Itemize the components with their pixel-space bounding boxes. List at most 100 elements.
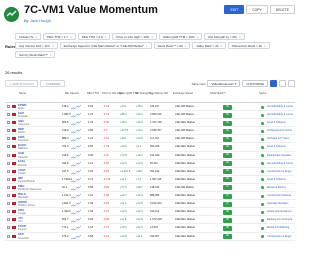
rule-chip[interactable]: Momentum Rank > 40 × [228, 42, 270, 49]
sales-qgr-cell: +39.1 [120, 137, 127, 141]
rule-chip[interactable]: Avg Volume 10d > 10 k × [15, 42, 58, 49]
sort-rule-chip[interactable]: Sort by Stock Rank™ × [15, 51, 56, 58]
sector-link[interactable]: Food & Tobacco [267, 119, 286, 127]
remove-rule-icon[interactable]: × [35, 34, 37, 40]
stock-rank-badge: 97 [223, 193, 232, 199]
customise-button[interactable]: CUSTOMISE [242, 80, 268, 87]
remove-rule-icon[interactable]: × [220, 43, 222, 49]
download-icon[interactable] [288, 80, 295, 87]
table-row[interactable]: RBP Ribcon 219.0 0.55 -3.4 +377.8 +10.2 2,183,7… [5, 127, 295, 136]
market-cap-cell: 247.8 [62, 169, 69, 173]
remove-rule-icon[interactable]: × [185, 43, 187, 49]
table-row[interactable]: PMG PM Micron Resources 46.1 0.58 -0.99 +77.9… [5, 184, 295, 193]
rule-chip[interactable]: Value Rank > 40 × [192, 42, 227, 49]
table-row[interactable]: KWS Keywords 889.3 1.21 -0.41 +39.1 +52.8 117,1… [5, 135, 295, 144]
rule-chip[interactable]: Sales QGR TTM > 10% × [159, 33, 203, 40]
row-checkbox[interactable] [7, 210, 10, 214]
uk-flag-icon [12, 202, 16, 206]
row-checkbox[interactable] [7, 145, 10, 149]
sparkline-icon [71, 226, 81, 231]
row-checkbox[interactable] [7, 161, 10, 165]
table-view-select[interactable]: ValueMomentum ▾ [207, 80, 241, 87]
rule-chip[interactable]: PEG TTM < 1.7 × [43, 33, 76, 40]
compare-button[interactable]: COMPARE [40, 80, 66, 87]
sector-link[interactable]: Software & IT Servi [267, 135, 289, 143]
row-checkbox[interactable] [7, 185, 10, 189]
row-checkbox[interactable] [7, 121, 10, 125]
column-header[interactable]: Avg Volume 10d [149, 92, 168, 95]
column-header[interactable]: PEG TTM [87, 92, 98, 95]
table-layout-icon[interactable] [270, 80, 277, 87]
sector-link[interactable]: Food & Tobacco [267, 176, 286, 184]
row-checkbox[interactable] [7, 137, 10, 141]
table-row[interactable]: EPWN Epwin 138.2 0.63 -1.19 +23.1 +28.2 164,107… [5, 103, 295, 112]
rule-chip[interactable]: Price to 13w High > 10% × [112, 33, 158, 40]
column-header[interactable]: Sector [259, 92, 267, 95]
grid-layout-icon[interactable] [279, 80, 286, 87]
sector-link[interactable]: Homebuilding & Const [267, 103, 293, 111]
remove-rule-icon[interactable]: × [70, 34, 72, 40]
table-row[interactable]: IMP Imperial Brands 17,894.0 0.74 -0.734 +11.… [5, 176, 295, 184]
column-header[interactable]: Exchange Speed [173, 92, 193, 95]
remove-rule-icon[interactable]: × [239, 34, 241, 40]
remove-rule-icon[interactable]: × [197, 34, 199, 40]
sector-link[interactable]: Homebuilding & Const [267, 111, 293, 119]
sector-link[interactable]: Media & Publishing [267, 224, 289, 232]
row-checkbox[interactable] [7, 169, 10, 173]
remove-rule-icon[interactable]: × [105, 34, 107, 40]
sector-link[interactable]: Hotels & Entertainme [267, 208, 292, 216]
sector-link[interactable]: Specialty Retailers [267, 200, 288, 208]
rule-chip[interactable]: Include ITs × [15, 33, 42, 40]
add-to-folio-button[interactable]: + ADD TO FOLIO [5, 80, 39, 87]
table-row[interactable]: ECEL Eurocell 292.8 1.12 -2.56 +14.5 +13.6 87,4… [5, 160, 295, 168]
sector-link[interactable]: Real Estate Operatio [267, 152, 291, 160]
sector-link[interactable]: Metals & Mining [267, 184, 285, 192]
row-checkbox[interactable] [7, 153, 10, 157]
row-checkbox[interactable] [7, 202, 10, 206]
sector-link[interactable]: Professional & Comm [267, 127, 292, 135]
table-row[interactable]: JTC JTC 604.7 0.93 -3.08 +11.8 +22.8 1,672,248 L… [5, 216, 295, 225]
table-row[interactable]: BAKK Bakkavor 704.0 0.82 -1.79 +13.0 +6.2 503,0… [5, 143, 295, 152]
sector-link[interactable]: Banking & Investment [267, 216, 292, 224]
author-link[interactable]: Jack Hough [30, 18, 51, 23]
table-row[interactable]: MSLH Marshalls 1,141.4 1.01 -1.58 +12.7 +16.0 8… [5, 192, 295, 201]
sector-link[interactable]: Construction & Engin [267, 233, 291, 241]
delete-button[interactable]: DELETE [269, 5, 295, 14]
price-to-13w-high-cell: -0.41 [103, 137, 109, 141]
sector-link[interactable]: Construction Materia [267, 192, 291, 200]
column-header[interactable]: Name [19, 92, 26, 95]
remove-rule-icon[interactable]: × [151, 34, 153, 40]
table-row[interactable]: FOUR 4imprint 773.1 1.18 -2.37 +15.6 +34.0 14,5… [5, 224, 295, 233]
edit-button[interactable]: EDIT [224, 5, 245, 14]
copy-button[interactable]: COPY [246, 5, 268, 14]
sector-link[interactable]: Construction & Engin [267, 168, 291, 176]
table-row[interactable]: KGP Kingspan 1,981.5 1.27 -2.74 +86.4 +24.2 2,8… [5, 111, 295, 120]
table-row[interactable]: HWDN Howden Joinery 2,801.5 1.38 -2.83 +11.0 +… [5, 200, 295, 209]
row-checkbox[interactable] [7, 105, 10, 108]
rule-chip[interactable]: PEG TTM > 0.0 × [77, 33, 111, 40]
row-checkbox[interactable] [7, 234, 10, 238]
rule-chip[interactable]: Rel Strength 1y > 0% × [204, 33, 245, 40]
column-header[interactable]: Mkt Cap £m [65, 92, 79, 95]
rule-chip[interactable]: Exchange Speed in "LSE Main Market" or "… [59, 42, 152, 49]
table-row[interactable]: HAR Harworth 219.6 0.36 -1.11 +70.8 +18.3 121,0… [5, 152, 295, 160]
remove-rule-icon[interactable]: × [264, 43, 266, 49]
price-to-13w-high-cell: -3.83 [103, 169, 109, 173]
row-checkbox[interactable] [7, 129, 10, 133]
sector-link[interactable]: Food & Tobacco [267, 143, 286, 151]
sector-link[interactable]: Homebuilding & Const [267, 160, 293, 168]
remove-rule-icon[interactable]: × [50, 52, 52, 58]
column-header[interactable]: Stock Rank™ [210, 92, 226, 95]
rule-chip[interactable]: Stock Rank™ > 60 × [153, 42, 191, 49]
row-checkbox[interactable] [7, 218, 10, 222]
row-checkbox[interactable] [7, 226, 10, 230]
table-row[interactable]: COST Costain 247.8 0.25 -3.83 +1,310.5 +38.2 25… [5, 168, 295, 176]
row-checkbox[interactable] [7, 177, 10, 181]
row-checkbox[interactable] [7, 113, 10, 117]
table-row[interactable]: GNC Greencore 809.5 1.32 -2.00 +18.0 +44.0 1,47… [5, 119, 295, 128]
remove-rule-icon[interactable]: × [146, 43, 148, 49]
table-row[interactable]: SFR Severfield 275.2 0.58 -3.21 +14.9 +11.4 343… [5, 233, 295, 241]
row-checkbox[interactable] [7, 194, 10, 198]
remove-rule-icon[interactable]: × [52, 43, 54, 49]
table-row[interactable]: GRG Greggs 1,462.5 1.03 -0.41 +13.5 +43.4 223,1… [5, 208, 295, 217]
